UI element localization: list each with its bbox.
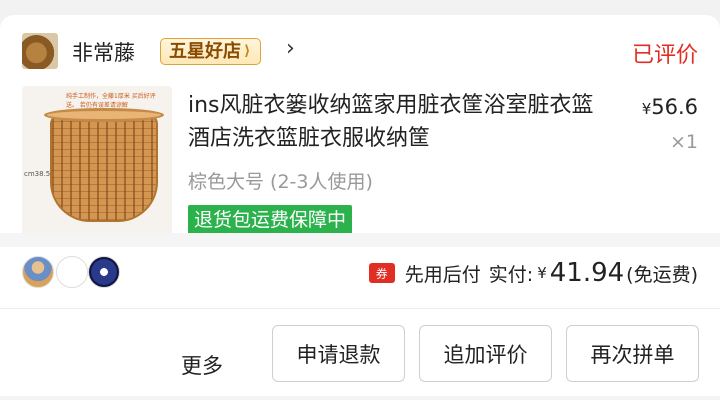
shop-avatar[interactable]: [22, 33, 58, 69]
basket-rim-graphic: [44, 108, 164, 122]
paid-amount: 41.94: [549, 258, 625, 288]
order-status: 已评价: [631, 43, 698, 68]
price-currency: ¥: [641, 100, 652, 118]
return-shipping-tag: 退货包运费保障中: [188, 205, 353, 235]
shop-header[interactable]: 非常藤 五星好店 ⟩ › 已评价: [22, 33, 698, 69]
shop-badge-label: 五星好店: [169, 41, 241, 62]
product-spec: 棕色大号 (2-3人使用): [188, 171, 373, 193]
avatar[interactable]: [22, 256, 54, 288]
refund-button[interactable]: 申请退款: [272, 325, 405, 382]
row-divider: [0, 308, 720, 309]
product-image-height-label: cm38.5: [24, 170, 51, 178]
paid-label: 实付:: [488, 263, 534, 286]
product-image[interactable]: 纯手工制作，全藤1厚米 买后好评 送。 若仍有误差请谅解 cm38 cm38.5: [22, 86, 172, 236]
payment-method: 先用后付: [404, 263, 481, 286]
more-button[interactable]: 更多: [181, 350, 223, 380]
coupon-icon: 券: [368, 263, 395, 283]
payment-summary: 券 先用后付 实付: ¥ 41.94 (免运费): [368, 257, 698, 289]
product-quantity: ×1: [669, 131, 698, 153]
shipping-note: (免运费): [626, 263, 698, 286]
rebuy-button[interactable]: 再次拼单: [566, 325, 699, 382]
chevron-right-icon[interactable]: ›: [286, 36, 295, 61]
add-review-button[interactable]: 追加评价: [419, 325, 552, 382]
avatar[interactable]: [88, 256, 120, 288]
basket-graphic: [50, 114, 158, 222]
avatar[interactable]: [56, 256, 88, 288]
bottom-strip: [0, 396, 720, 400]
paid-currency: ¥: [537, 264, 547, 282]
shop-name[interactable]: 非常藤: [72, 37, 135, 67]
shop-badge: 五星好店 ⟩: [160, 38, 262, 65]
price-value: 56.6: [651, 95, 698, 119]
badge-deco-icon: ⟩: [244, 43, 251, 59]
product-title[interactable]: ins风脏衣篓收纳篮家用脏衣筐浴室脏衣篮酒店洗衣篮脏衣服收纳筐: [188, 89, 598, 155]
section-divider: [0, 233, 720, 247]
product-price: ¥56.6: [642, 95, 698, 119]
